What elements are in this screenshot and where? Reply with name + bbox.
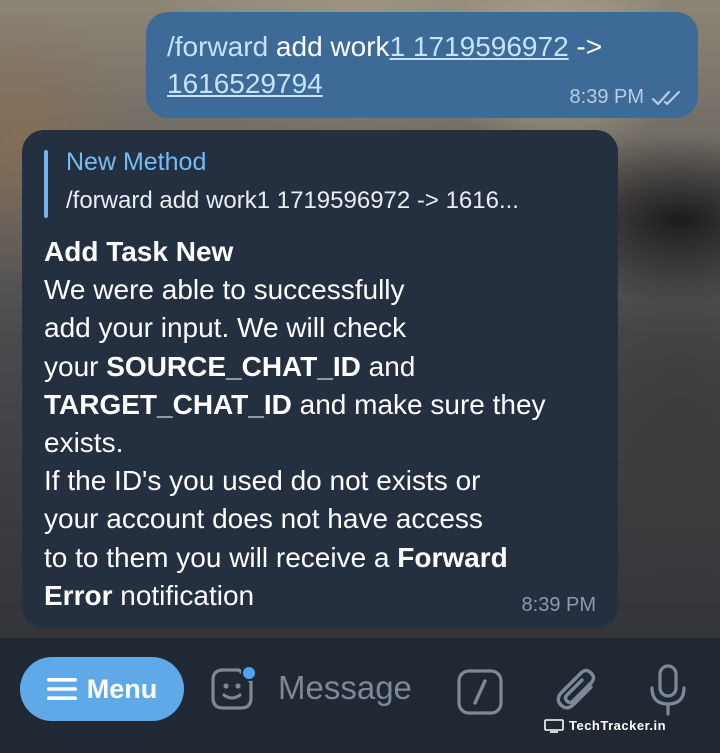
message-title: Add Task New [44, 236, 234, 267]
slash-command-icon[interactable] [456, 668, 504, 716]
bold-target-chat-id: TARGET_CHAT_ID [44, 388, 292, 420]
reply-quote-bar [44, 150, 48, 218]
message-line: add your input. We will check [44, 312, 407, 344]
menu-button-label: Menu [86, 673, 158, 704]
message-input[interactable]: Message [278, 666, 438, 710]
message-text-segment: -> [568, 31, 603, 62]
bold-source-chat-id: SOURCE_CHAT_ID [106, 350, 361, 382]
message-meta: 8:39 PM [570, 86, 686, 109]
message-line: exists. [44, 427, 124, 459]
incoming-message-text: Add Task New We were able to successfull… [44, 233, 604, 615]
bold-error: Error [44, 579, 113, 611]
hamburger-icon [46, 678, 77, 700]
attach-icon[interactable] [553, 665, 599, 715]
reply-preview: /forward add work1 1719596972 -> 1616... [66, 187, 519, 214]
phone-number-link[interactable]: 1616529794 [167, 68, 323, 99]
message-line: We were able to successfully [44, 274, 405, 306]
message-line: notification [112, 579, 255, 611]
message-time: 8:39 PM [569, 86, 644, 108]
message-line: If the ID's you used do not exists or [44, 465, 481, 497]
reply-author: New Method [66, 148, 207, 176]
phone-number-link[interactable]: 1 1719596972 [390, 31, 569, 62]
message-line: and [360, 350, 416, 382]
message-input-bar: Menu Message [0, 638, 720, 753]
message-line: your account does not have access [44, 503, 483, 535]
watermark-text: TechTracker.in [569, 718, 667, 733]
sticker-icon[interactable] [205, 662, 259, 716]
reply-quote[interactable]: New Method /forward add work1 1719596972… [44, 146, 604, 218]
watermark: TechTracker.in [544, 718, 666, 733]
message-text-segment: add work [268, 31, 390, 62]
microphone-icon[interactable] [648, 663, 688, 717]
bold-forward: Forward [397, 541, 508, 573]
bot-command-link[interactable]: /forward [167, 31, 268, 62]
message-time: 8:39 PM [521, 594, 596, 616]
incoming-message-bubble[interactable]: New Method /forward add work1 1719596972… [22, 130, 618, 628]
message-line: your [44, 350, 107, 382]
outgoing-message-bubble[interactable]: /forward add work1 1719596972 -> 16165297… [146, 12, 698, 118]
monitor-logo-icon [544, 718, 564, 733]
message-line: and make sure they [291, 388, 546, 420]
double-check-icon [652, 90, 681, 105]
bot-menu-button[interactable]: Menu [20, 657, 184, 721]
message-line: to to them you will receive a [44, 541, 398, 573]
